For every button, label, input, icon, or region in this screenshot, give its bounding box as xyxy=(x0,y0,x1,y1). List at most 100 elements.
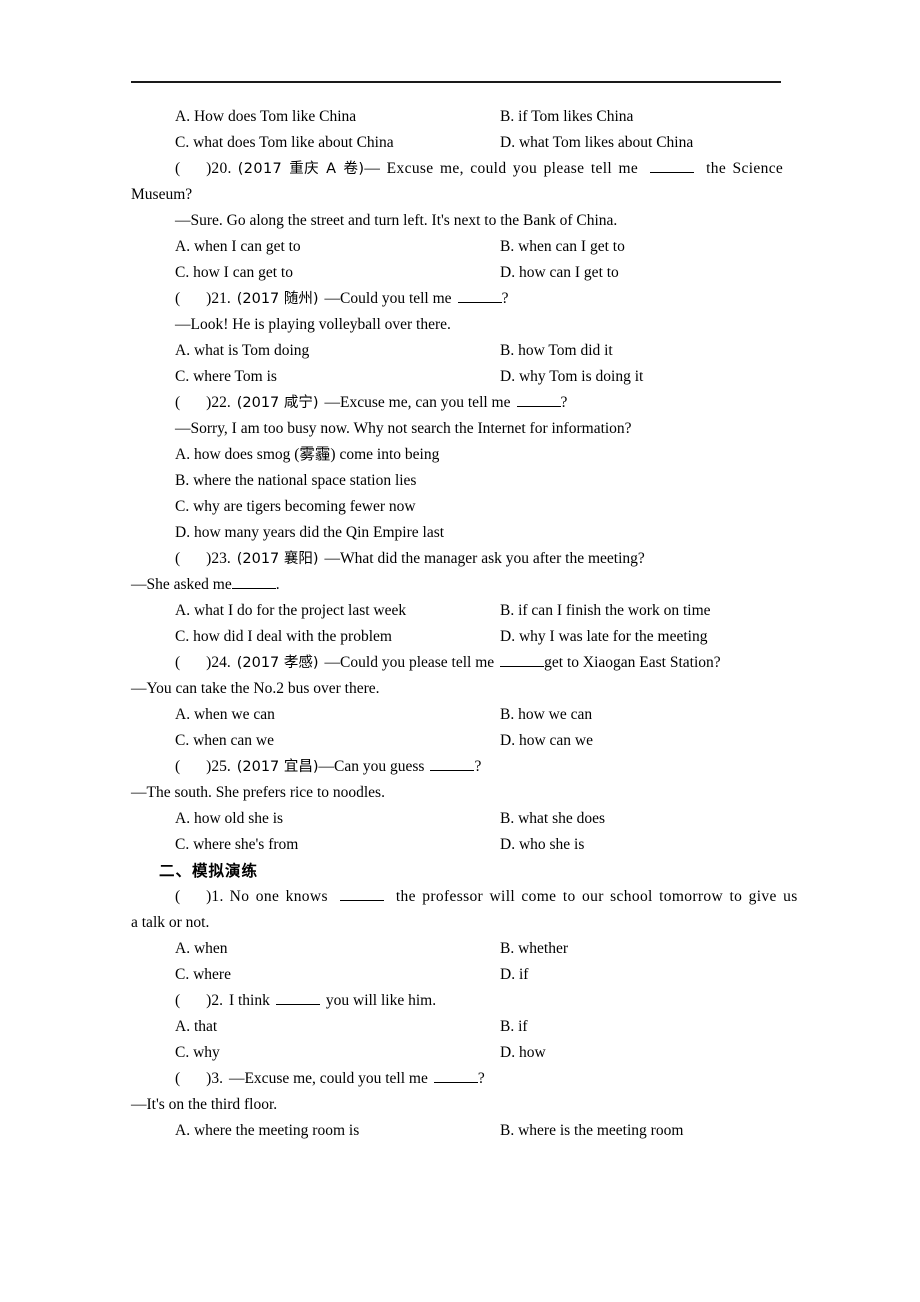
answer-bracket-q23[interactable]: () xyxy=(175,550,211,567)
fill-blank-p2[interactable] xyxy=(275,991,320,1005)
question-text-q21-tail: ? xyxy=(501,290,509,307)
option-row-q20-cd: C. how I can get to D. how can I get to xyxy=(131,260,783,286)
question-source-q20: (2017 重庆 A 卷) xyxy=(237,161,365,177)
option-c-q23: C. how did I deal with the problem xyxy=(175,628,392,645)
option-b-p3: B. where is the meeting room xyxy=(500,1122,684,1139)
question-source-q25: (2017 宜昌) xyxy=(236,759,319,775)
option-c-p1: C. where xyxy=(175,966,231,983)
fill-blank-q24[interactable] xyxy=(500,653,545,667)
question-text-p1-tail: the professor will come to our school to… xyxy=(395,888,798,905)
question-number-q22: 22. xyxy=(211,394,231,411)
answer-bracket-p2[interactable]: () xyxy=(175,992,211,1009)
question-number-q21: 21. xyxy=(211,290,231,307)
question-text-q20-tail: the Science xyxy=(706,160,784,177)
question-stem-q20: ()20. (2017 重庆 A 卷)— Excuse me, could you… xyxy=(131,156,783,182)
fill-blank-q25[interactable] xyxy=(430,757,475,771)
answer-line-q24: —You can take the No.2 bus over there. xyxy=(131,680,380,697)
answer-bracket-p3[interactable]: () xyxy=(175,1070,211,1087)
option-row-q23-cd: C. how did I deal with the problem D. wh… xyxy=(131,624,783,650)
question-stem-q20-wrap: Museum? xyxy=(131,186,193,203)
option-c-q22: C. why are tigers becoming fewer now xyxy=(175,498,416,515)
question-text-q20: — Excuse me, could you please tell me xyxy=(364,160,639,177)
option-b-q24: B. how we can xyxy=(500,706,593,723)
option-row-q23-ab: A. what I do for the project last week B… xyxy=(131,598,783,624)
option-row-q21-cd: C. where Tom is D. why Tom is doing it xyxy=(131,364,783,390)
question-text-p2-tail: you will like him. xyxy=(325,992,437,1009)
option-row-q24-ab: A. when we can B. how we can xyxy=(131,702,783,728)
option-b-p1: B. whether xyxy=(500,940,569,957)
fill-blank-p1[interactable] xyxy=(339,887,384,901)
question-text-q24: —Could you please tell me xyxy=(324,654,495,671)
question-number-q24: 24. xyxy=(211,654,231,671)
option-c-q19: C. what does Tom like about China xyxy=(175,134,394,151)
option-row-p1-ab: A. when B. whether xyxy=(131,936,783,962)
question-stem-q24: ()24. (2017 孝感) —Could you please tell me g… xyxy=(131,650,783,676)
question-stem-p3: ()3. —Excuse me, could you tell me? xyxy=(131,1066,783,1092)
section-heading: 二、模拟演练 xyxy=(159,862,259,880)
fill-blank-q21[interactable] xyxy=(457,289,502,303)
option-d-p1: D. if xyxy=(500,966,529,983)
option-a-q22: A. how does smog (雾霾) come into being xyxy=(175,446,440,463)
question-text-p2: I think xyxy=(228,992,270,1009)
answer-line-q25: —The south. She prefers rice to noodles. xyxy=(131,784,385,801)
question-text-q23: —What did the manager ask you after the … xyxy=(324,550,645,567)
option-a-p3: A. where the meeting room is xyxy=(175,1122,360,1139)
option-row-q21-ab: A. what is Tom doing B. how Tom did it xyxy=(131,338,783,364)
answer-bracket-q24[interactable]: () xyxy=(175,654,211,671)
option-c-q25: C. where she's from xyxy=(175,836,299,853)
option-a-q23: A. what I do for the project last week xyxy=(175,602,407,619)
fill-blank-q23[interactable] xyxy=(231,575,276,589)
option-b-q21: B. how Tom did it xyxy=(500,342,613,359)
question-source-q22: (2017 咸宁) xyxy=(236,395,319,411)
question-text-p3: —Excuse me, could you tell me xyxy=(228,1070,428,1087)
question-number-q23: 23. xyxy=(211,550,231,567)
question-text-q24-tail: get to Xiaogan East Station? xyxy=(544,654,721,671)
option-c-q21: C. where Tom is xyxy=(175,368,277,385)
answer-bracket-q22[interactable]: () xyxy=(175,394,211,411)
question-number-p2: 2. xyxy=(211,992,223,1009)
question-number-q20: 20. xyxy=(211,160,232,177)
question-number-q25: 25. xyxy=(211,758,231,775)
option-c-q20: C. how I can get to xyxy=(175,264,293,281)
answer-bracket-q25[interactable]: () xyxy=(175,758,211,775)
question-text-q22-tail: ? xyxy=(560,394,568,411)
question-text-q21: —Could you tell me xyxy=(324,290,452,307)
option-b-q19: B. if Tom likes China xyxy=(500,108,634,125)
option-a-q20: A. when I can get to xyxy=(175,238,301,255)
answer-bracket-p1[interactable]: () xyxy=(175,888,211,905)
option-a-q21: A. what is Tom doing xyxy=(175,342,310,359)
option-d-q25: D. who she is xyxy=(500,836,585,853)
option-d-p2: D. how xyxy=(500,1044,546,1061)
question-text-q25-tail: ? xyxy=(474,758,482,775)
answer-line-q22: —Sorry, I am too busy now. Why not searc… xyxy=(175,420,632,437)
option-b-q20: B. when can I get to xyxy=(500,238,625,255)
option-row-p3-ab: A. where the meeting room is B. where is… xyxy=(131,1118,783,1144)
question-stem-q25: ()25. (2017 宜昌)—Can you guess? xyxy=(131,754,783,780)
fill-blank-p3[interactable] xyxy=(433,1069,478,1083)
option-d-q23: D. why I was late for the meeting xyxy=(500,628,708,645)
option-row-q20-ab: A. when I can get to B. when can I get t… xyxy=(131,234,783,260)
fill-blank-q22[interactable] xyxy=(516,393,561,407)
option-d-q22: D. how many years did the Qin Empire las… xyxy=(175,524,445,541)
question-stem-p1-wrap: a talk or not. xyxy=(131,914,210,931)
question-source-q21: (2017 随州) xyxy=(236,291,319,307)
question-stem-q23: ()23. (2017 襄阳) —What did the manager ask … xyxy=(131,546,783,572)
option-row-p1-cd: C. where D. if xyxy=(131,962,783,988)
answer-line-q21: —Look! He is playing volleyball over the… xyxy=(175,316,451,333)
answer-line-q23: —She asked me. xyxy=(131,575,280,593)
option-row-p2-cd: C. why D. how xyxy=(131,1040,783,1066)
header-divider-rule xyxy=(131,81,781,83)
option-a-q19: A. How does Tom like China xyxy=(175,108,357,125)
answer-line-q20: —Sure. Go along the street and turn left… xyxy=(175,212,618,229)
option-a-p2: A. that xyxy=(175,1018,218,1035)
answer-bracket-q20[interactable]: () xyxy=(175,160,211,177)
question-text-p1: No one knows xyxy=(229,888,328,905)
option-d-q19: D. what Tom likes about China xyxy=(500,134,694,151)
option-row-q19-bd: C. what does Tom like about China D. wha… xyxy=(131,130,783,156)
answer-bracket-q21[interactable]: () xyxy=(175,290,211,307)
question-number-p3: 3. xyxy=(211,1070,223,1087)
option-b-q22: B. where the national space station lies xyxy=(175,472,417,489)
document-body: A. How does Tom like China B. if Tom lik… xyxy=(131,104,797,1144)
fill-blank-q20[interactable] xyxy=(650,159,695,173)
question-stem-p2: ()2. I think you will like him. xyxy=(131,988,783,1014)
